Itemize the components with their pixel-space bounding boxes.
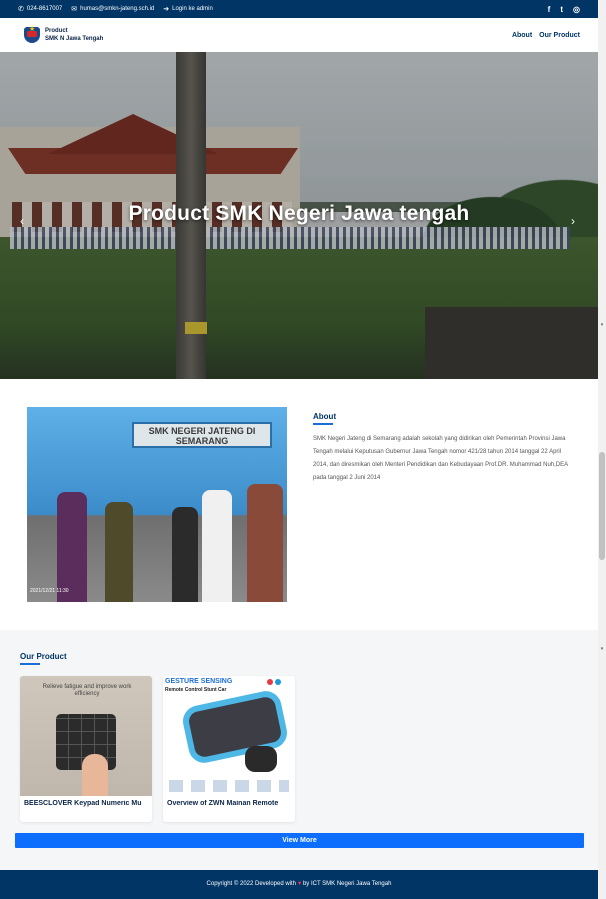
brand[interactable]: ★ Product SMK N Jawa Tengah (22, 26, 103, 44)
about-description: SMK Negeri Jateng di Semarang adalah sek… (313, 436, 568, 481)
photo-sign: SMK NEGERI JATENG DI SEMARANG (132, 422, 272, 448)
view-more-button[interactable]: View More (15, 833, 584, 848)
product-image-subtitle: Remote Control Stunt Car (165, 687, 227, 693)
email-text: humas@smkn-jateng.sch.id (80, 6, 155, 12)
photo-timestamp: 2021/12/21 11:30 (30, 588, 69, 594)
heart-icon: ♥ (297, 881, 302, 887)
brand-line-1: Product (45, 28, 68, 34)
feature-icons (169, 780, 289, 792)
brand-text: Product SMK N Jawa Tengah (45, 27, 103, 43)
carousel-next-icon[interactable]: › (571, 214, 575, 228)
products-section: Our Product Relieve fatigue and improve … (0, 630, 598, 870)
email-contact[interactable]: ✉ humas@smkn-jateng.sch.id (71, 5, 154, 13)
nav-about[interactable]: About (512, 32, 532, 39)
nav-our-product[interactable]: Our Product (539, 32, 580, 39)
scroll-thumb[interactable] (599, 452, 605, 560)
remote-illustration (245, 746, 277, 772)
product-image-title: GESTURE SENSING (165, 678, 233, 685)
phone-text: 024-8617007 (26, 6, 63, 12)
brand-line-2: SMK N Jawa Tengah (45, 36, 104, 42)
footer: Copyright © 2022 Developed with ♥ by ICT… (0, 870, 598, 899)
page: ✆ 024-8617007 ✉ humas@smkn-jateng.sch.id… (0, 0, 606, 899)
about-text: About SMK Negeri Jateng di Semarang adal… (313, 412, 573, 485)
about-title: About (313, 412, 337, 421)
carousel-prev-icon[interactable]: ‹ (20, 214, 24, 228)
product-name[interactable]: BEESCLOVER Keypad Numeric Mu (24, 800, 150, 807)
login-link[interactable]: ➔ Login ke admin (163, 5, 213, 13)
login-text: Login ke admin (172, 6, 213, 12)
title-underline (20, 663, 40, 665)
about-photo: SMK NEGERI JATENG DI SEMARANG 2021/12/21… (27, 407, 287, 602)
hero-title: Product SMK Negeri Jawa tengah (128, 202, 470, 225)
navbar: ★ Product SMK N Jawa Tengah About Our Pr… (0, 18, 598, 52)
scrollbar[interactable]: ▾ ▾ (598, 0, 606, 899)
product-image-caption: Relieve fatigue and improve work efficie… (42, 684, 132, 697)
envelope-icon: ✉ (71, 6, 78, 13)
twitter-icon[interactable]: t (560, 5, 563, 14)
instagram-icon[interactable]: ◎ (573, 5, 580, 14)
scroll-chevron-icon: ▾ (600, 322, 604, 328)
school-logo-icon: ★ (22, 26, 42, 44)
product-image: Relieve fatigue and improve work efficie… (20, 676, 152, 796)
product-image: GESTURE SENSING Remote Control Stunt Car (163, 676, 295, 796)
footer-copyright: Copyright © 2022 Developed with (206, 881, 297, 887)
nav-links: About Our Product (505, 32, 580, 39)
scroll-chevron-icon: ▾ (600, 646, 604, 652)
products-title: Our Product (20, 652, 67, 661)
facebook-icon[interactable]: f (548, 5, 551, 14)
phone-contact[interactable]: ✆ 024-8617007 (18, 5, 62, 13)
login-icon: ➔ (163, 6, 170, 13)
phone-icon: ✆ (18, 6, 24, 13)
footer-credit: by ICT SMK Negeri Jawa Tengah (302, 881, 392, 887)
product-card[interactable]: GESTURE SENSING Remote Control Stunt Car… (163, 676, 295, 822)
product-name[interactable]: Overview of ZWN Mainan Remote (167, 800, 293, 807)
hand-illustration (82, 754, 108, 796)
about-section: SMK NEGERI JATENG DI SEMARANG 2021/12/21… (0, 379, 598, 630)
hero-carousel: Product SMK Negeri Jawa tengah ‹ › (0, 52, 598, 379)
title-underline (313, 423, 333, 425)
social-links: f t ◎ (538, 5, 580, 14)
product-card[interactable]: Relieve fatigue and improve work efficie… (20, 676, 152, 822)
top-bar: ✆ 024-8617007 ✉ humas@smkn-jateng.sch.id… (0, 0, 598, 18)
